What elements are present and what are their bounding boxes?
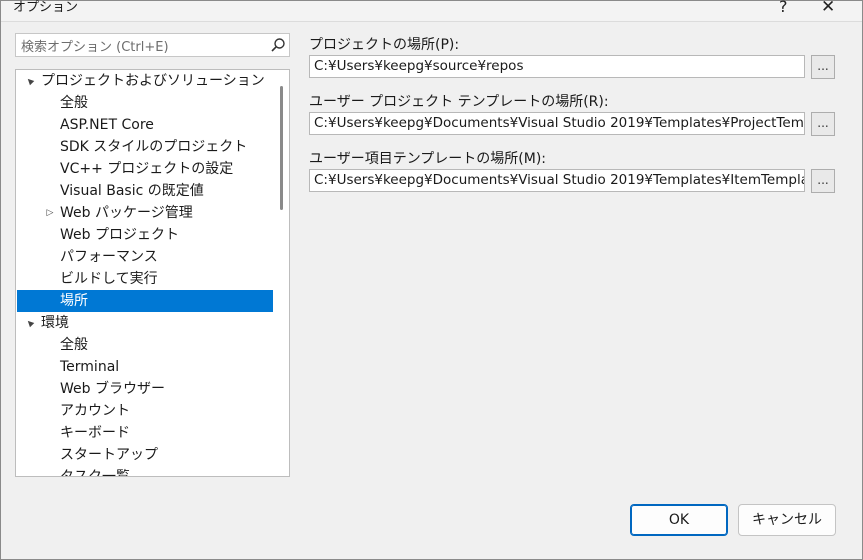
- user-project-templates-field[interactable]: C:¥Users¥keepg¥Documents¥Visual Studio 2…: [309, 112, 805, 135]
- tree-item-label: VC++ プロジェクトの設定: [60, 161, 234, 177]
- tree-item[interactable]: タスク一覧: [17, 466, 273, 477]
- tree-item[interactable]: Terminal: [17, 356, 273, 378]
- user-project-templates-value: C:¥Users¥keepg¥Documents¥Visual Studio 2…: [314, 115, 805, 131]
- tree-item-label: ASP.NET Core: [60, 117, 154, 133]
- tree-item[interactable]: アカウント: [17, 400, 273, 422]
- tree-item-label: Web ブラウザー: [60, 381, 165, 397]
- expand-arrow-icon[interactable]: ▷: [44, 202, 56, 224]
- collapse-arrow-icon[interactable]: ▲: [18, 311, 42, 335]
- search-placeholder: 検索オプション (Ctrl+E): [21, 40, 169, 55]
- tree-item-label: 環境: [41, 315, 69, 331]
- user-item-templates-browse-button[interactable]: ...: [811, 169, 835, 193]
- tree-item-label: Web プロジェクト: [60, 227, 179, 243]
- tree-item-label: タスク一覧: [60, 469, 130, 477]
- tree-item[interactable]: ▲ 環境: [17, 312, 273, 334]
- tree-item-label: Visual Basic の既定値: [60, 183, 204, 199]
- tree-item[interactable]: ▲ プロジェクトおよびソリューション: [17, 70, 273, 92]
- collapse-arrow-icon[interactable]: ▲: [18, 70, 42, 93]
- title-bar: オプション ? ✕: [1, 0, 862, 22]
- dialog-title: オプション: [13, 0, 79, 15]
- project-location-value: C:¥Users¥keepg¥source¥repos: [314, 58, 524, 74]
- tree-item[interactable]: キーボード: [17, 422, 273, 444]
- options-dialog: オプション ? ✕ 検索オプション (Ctrl+E) ▲ プロジェクトおよびソリュ…: [0, 0, 863, 560]
- tree-item[interactable]: Web プロジェクト: [17, 224, 273, 246]
- project-location-label: プロジェクトの場所(P):: [309, 37, 460, 53]
- tree-scroll-thumb[interactable]: [280, 86, 283, 210]
- user-item-templates-label: ユーザー項目テンプレートの場所(M):: [309, 151, 547, 167]
- tree-item[interactable]: 場所: [17, 290, 273, 312]
- options-tree[interactable]: ▲ プロジェクトおよびソリューション 全般 ASP.NET Core SDK スタイルの…: [15, 69, 290, 477]
- tree-item[interactable]: VC++ プロジェクトの設定: [17, 158, 273, 180]
- tree-item[interactable]: パフォーマンス: [17, 246, 273, 268]
- tree-item-label: アカウント: [60, 403, 130, 419]
- tree-item-label: Terminal: [60, 359, 120, 375]
- tree-item[interactable]: 全般: [17, 334, 273, 356]
- tree-item-label: Web パッケージ管理: [60, 205, 193, 221]
- close-button[interactable]: ✕: [821, 0, 835, 17]
- tree-item[interactable]: ビルドして実行: [17, 268, 273, 290]
- tree-item-label: キーボード: [60, 425, 130, 441]
- user-item-templates-value: C:¥Users¥keepg¥Documents¥Visual Studio 2…: [314, 172, 805, 188]
- tree-item[interactable]: ASP.NET Core: [17, 114, 273, 136]
- ok-button[interactable]: OK: [630, 504, 728, 536]
- tree-item-label: プロジェクトおよびソリューション: [41, 73, 265, 89]
- tree-item[interactable]: Visual Basic の既定値: [17, 180, 273, 202]
- cancel-button[interactable]: キャンセル: [738, 504, 836, 536]
- search-options-input[interactable]: 検索オプション (Ctrl+E): [15, 33, 290, 57]
- tree-scrollbar[interactable]: [274, 70, 289, 476]
- user-project-templates-browse-button[interactable]: ...: [811, 112, 835, 136]
- project-location-browse-button[interactable]: ...: [811, 55, 835, 79]
- project-location-field[interactable]: C:¥Users¥keepg¥source¥repos: [309, 55, 805, 78]
- tree-item-label: 全般: [60, 95, 88, 111]
- tree-item-label: SDK スタイルのプロジェクト: [60, 139, 248, 155]
- tree-item[interactable]: Web ブラウザー: [17, 378, 273, 400]
- tree-item-label: 全般: [60, 337, 88, 353]
- user-project-templates-label: ユーザー プロジェクト テンプレートの場所(R):: [309, 94, 609, 110]
- tree-item-label: パフォーマンス: [60, 249, 158, 265]
- help-button[interactable]: ?: [779, 0, 788, 16]
- tree-item-label: 場所: [60, 293, 88, 309]
- tree-item[interactable]: 全般: [17, 92, 273, 114]
- tree-item-label: ビルドして実行: [60, 271, 158, 287]
- user-item-templates-field[interactable]: C:¥Users¥keepg¥Documents¥Visual Studio 2…: [309, 169, 805, 192]
- tree-item-label: スタートアップ: [60, 447, 158, 463]
- tree-item[interactable]: ▷ Web パッケージ管理: [17, 202, 273, 224]
- tree-item[interactable]: SDK スタイルのプロジェクト: [17, 136, 273, 158]
- search-icon[interactable]: [270, 37, 286, 53]
- tree-item[interactable]: スタートアップ: [17, 444, 273, 466]
